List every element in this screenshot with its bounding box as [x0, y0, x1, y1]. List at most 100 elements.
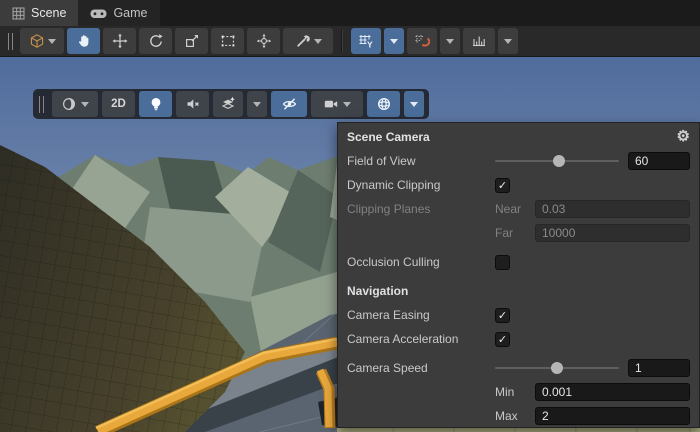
grid-axis-label: Y [367, 40, 373, 50]
camera-speed-input[interactable] [628, 359, 690, 377]
effects-layers-icon [221, 96, 235, 110]
2d-label: 2D [111, 98, 126, 110]
speed-min-row: Min [338, 380, 699, 404]
far-label: Far [495, 226, 513, 240]
camera-easing-label: Camera Easing [347, 308, 430, 322]
chevron-down-icon [81, 101, 89, 107]
chevron-down-icon [410, 101, 418, 107]
navigation-title: Navigation [347, 284, 409, 298]
camera-speed-row: Camera Speed [338, 356, 699, 380]
snap-magnet-icon [415, 35, 430, 47]
camera-easing-row: Camera Easing ✓ [338, 303, 699, 327]
toolbar-drag-handle[interactable] [8, 32, 13, 50]
draw-mode-button[interactable] [52, 91, 98, 117]
scale-icon [185, 35, 198, 48]
effects-menu-button[interactable] [247, 91, 267, 117]
dynamic-clipping-row: Dynamic Clipping ✓ [338, 173, 699, 197]
near-input[interactable] [535, 200, 690, 218]
transform-icon [256, 33, 271, 49]
view-tool-menu-button[interactable] [20, 28, 64, 54]
video-camera-icon [324, 100, 338, 108]
slider-handle[interactable] [553, 155, 566, 167]
grid-visibility-menu-button[interactable] [384, 28, 404, 54]
eye-slash-icon [282, 98, 296, 110]
camera-acceleration-label: Camera Acceleration [347, 332, 459, 346]
panel-header: Scene Camera ⚙ [338, 124, 699, 149]
chevron-down-icon [446, 38, 454, 44]
field-of-view-input[interactable] [628, 152, 690, 170]
transform-tool-button[interactable] [247, 28, 280, 54]
shaded-sphere-icon [62, 97, 76, 111]
dynamic-clipping-label: Dynamic Clipping [347, 178, 441, 192]
tab-scene[interactable]: Scene [0, 0, 79, 26]
max-input[interactable] [535, 407, 690, 425]
scene-lighting-button[interactable] [139, 91, 172, 117]
toolbar-separator [341, 30, 343, 52]
min-label: Min [495, 385, 515, 399]
wrench-icon [296, 35, 310, 47]
clipping-planes-far-row: Far [338, 221, 699, 245]
dynamic-clipping-checkbox[interactable]: ✓ [495, 177, 510, 193]
camera-speed-label: Camera Speed [347, 361, 428, 375]
scene-audio-button[interactable] [176, 91, 209, 117]
chevron-down-icon [253, 101, 261, 107]
hand-tool-button[interactable] [67, 28, 100, 54]
far-input[interactable] [535, 224, 690, 242]
gizmo-sphere-icon [377, 97, 390, 111]
hidden-objects-button[interactable] [271, 91, 307, 117]
near-label: Near [495, 202, 522, 216]
min-input[interactable] [535, 383, 690, 401]
scale-tool-button[interactable] [175, 28, 208, 54]
occlusion-culling-row: Occlusion Culling [338, 250, 699, 274]
snap-menu-button[interactable] [440, 28, 460, 54]
field-of-view-slider[interactable] [495, 155, 619, 167]
scene-camera-settings-button[interactable] [311, 91, 363, 117]
camera-speed-slider[interactable] [495, 362, 619, 374]
chevron-down-icon [47, 38, 56, 44]
rect-tool-button[interactable] [211, 28, 244, 54]
gizmos-menu-button[interactable] [404, 91, 424, 117]
camera-acceleration-row: Camera Acceleration ✓ [338, 327, 699, 351]
chevron-down-icon [504, 38, 512, 44]
snap-toggle-button[interactable] [407, 28, 437, 54]
snap-increment-menu-button[interactable] [498, 28, 518, 54]
tab-scene-label: Scene [31, 6, 67, 20]
gamepad-icon [90, 9, 107, 18]
scene-overlay-toolbar: 2D [33, 89, 429, 119]
grid-y-icon: Y [359, 35, 373, 50]
occlusion-culling-label: Occlusion Culling [347, 255, 440, 269]
move-tool-button[interactable] [103, 28, 136, 54]
tab-bar: Scene Game [0, 0, 700, 26]
field-of-view-label: Field of View [347, 154, 416, 168]
gizmos-button[interactable] [367, 91, 400, 117]
tab-game[interactable]: Game [78, 0, 160, 26]
occlusion-culling-checkbox[interactable] [495, 254, 510, 270]
effects-button[interactable] [213, 91, 243, 117]
scene-camera-panel: Scene Camera ⚙ Field of View Dynamic Cli… [337, 122, 700, 428]
custom-tools-button[interactable] [283, 28, 333, 54]
camera-easing-checkbox[interactable]: ✓ [495, 307, 510, 323]
grid-icon [12, 7, 25, 19]
move-icon [112, 33, 127, 49]
clipping-planes-near-row: Clipping Planes Near [338, 197, 699, 221]
navigation-header-row: Navigation [338, 279, 699, 303]
snap-increment-button[interactable] [463, 28, 495, 54]
chevron-down-icon [343, 101, 351, 107]
overlay-drag-handle[interactable] [39, 95, 44, 113]
scene-view-toolbar: Y [0, 26, 700, 57]
slider-handle[interactable] [551, 362, 563, 374]
rect-tool-icon [221, 35, 234, 47]
audio-muted-icon [187, 99, 199, 109]
clipping-planes-label: Clipping Planes [347, 202, 431, 216]
gear-icon[interactable]: ⚙ [677, 129, 690, 144]
grid-visibility-button[interactable]: Y [351, 28, 381, 54]
max-label: Max [495, 409, 518, 423]
chevron-down-icon [390, 38, 398, 44]
2d-view-button[interactable]: 2D [102, 91, 135, 117]
camera-acceleration-checkbox[interactable]: ✓ [495, 331, 510, 347]
rotate-tool-button[interactable] [139, 28, 172, 54]
field-of-view-row: Field of View [338, 149, 699, 173]
panel-title: Scene Camera [347, 129, 430, 144]
chevron-down-icon [313, 38, 322, 44]
tab-game-label: Game [113, 6, 148, 20]
